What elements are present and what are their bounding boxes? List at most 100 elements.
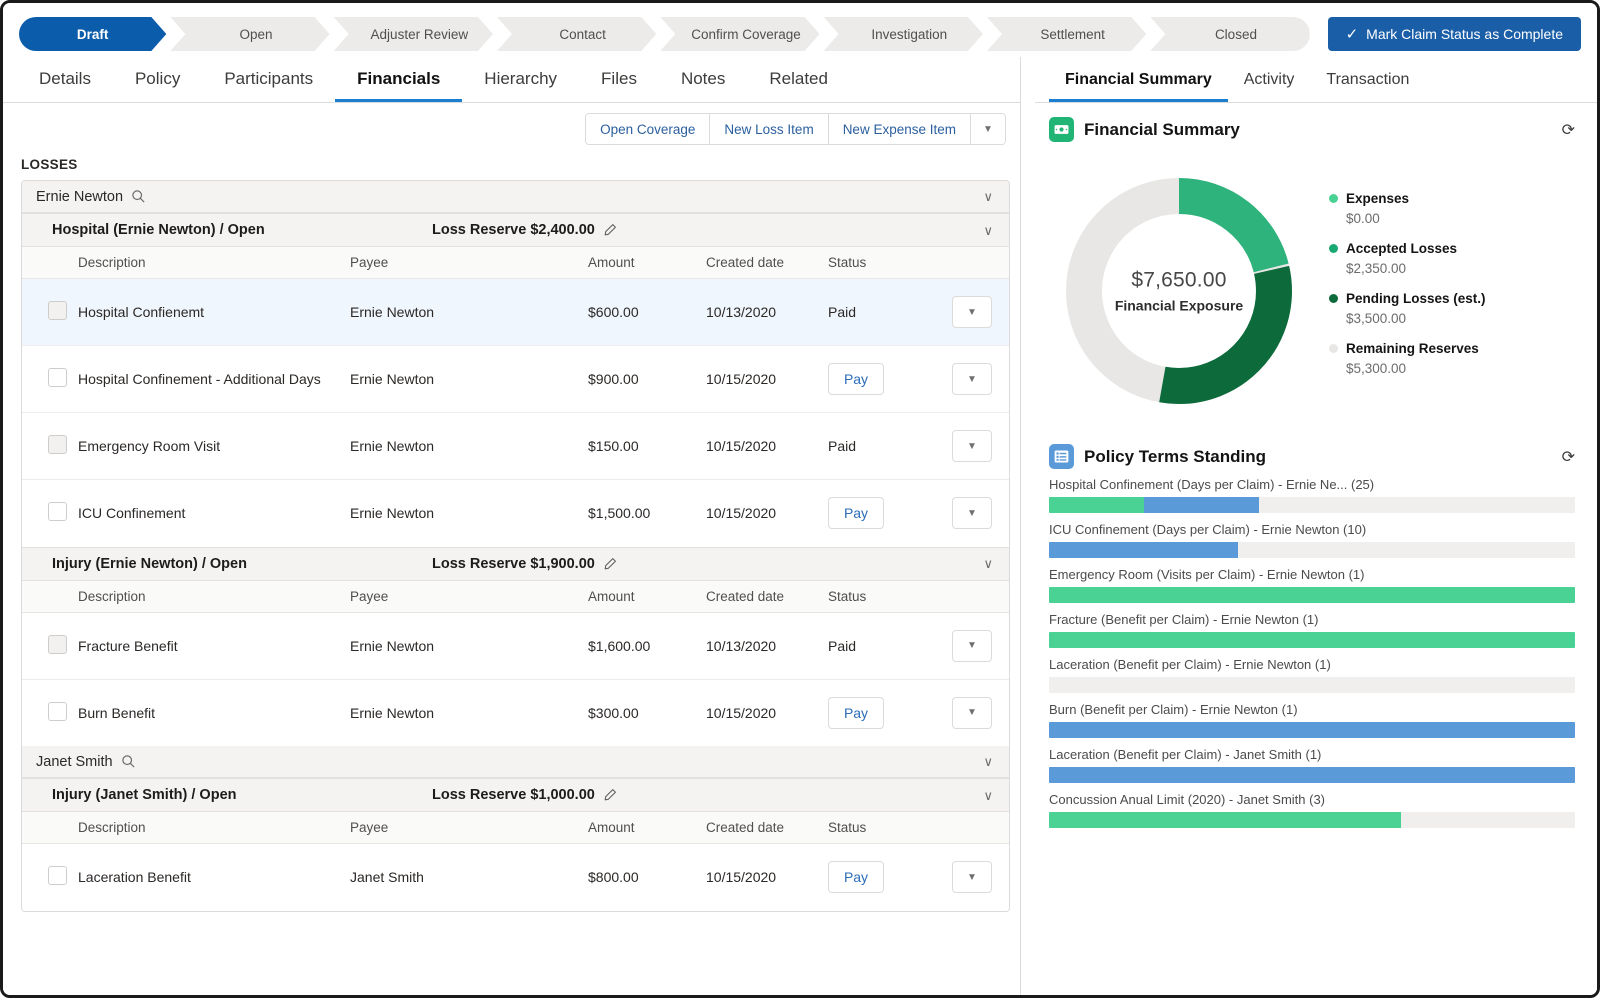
table-header-row: Description Payee Amount Created date St… [22,247,1009,279]
pay-button[interactable]: Pay [828,497,884,530]
pay-button[interactable]: Pay [828,696,884,729]
row-checkbox[interactable] [48,435,67,454]
tab-policy[interactable]: Policy [113,63,202,102]
pay-button[interactable]: Pay [828,861,884,894]
chevron-down-icon[interactable]: ∨ [979,787,997,804]
tab-label: Hierarchy [484,69,558,88]
coverage-reserve-amount: Loss Reserve $1,000.00 [432,787,595,803]
column-select [22,580,78,613]
stage-adjuster-review[interactable]: Adjuster Review [334,17,493,51]
policy-term-row: Laceration (Benefit per Claim) - Janet S… [1049,747,1575,783]
stage-settlement[interactable]: Settlement [987,17,1146,51]
stage-investigation[interactable]: Investigation [824,17,983,51]
row-menu-button[interactable]: ▼ [952,363,992,395]
refresh-icon[interactable]: ⟳ [1556,447,1581,467]
cell-amount: $800.00 [588,869,639,886]
chevron-down-icon[interactable]: ∨ [979,555,997,572]
table-row[interactable]: Emergency Room Visit Ernie Newton $150.0… [22,412,1009,480]
stage-label: Investigation [871,26,948,42]
participant-name: Ernie Newton [36,188,124,205]
cell-payee: Janet Smith [350,869,424,886]
stage-closed[interactable]: Closed [1150,17,1310,51]
tab-files[interactable]: Files [579,63,659,102]
cell-description: Fracture Benefit [78,612,350,680]
participant-header-ernie-newton[interactable]: Ernie Newton ∨ [22,181,1009,213]
coverage-header-injury-janet[interactable]: Injury (Janet Smith) / Open Loss Reserve… [22,778,1009,812]
tab-hierarchy[interactable]: Hierarchy [462,63,579,102]
policy-term-label: Concussion Anual Limit (2020) - Janet Sm… [1049,792,1326,807]
tab-financials[interactable]: Financials [335,63,463,102]
stage-confirm-coverage[interactable]: Confirm Coverage [660,17,819,51]
row-menu-button[interactable]: ▼ [952,696,992,729]
row-menu-button[interactable]: ▼ [952,497,992,530]
edit-pencil-icon[interactable] [603,788,617,802]
pay-button[interactable]: Pay [828,363,884,395]
cell-description: ICU Confinement [78,505,186,522]
policy-term-bar [1049,677,1575,693]
row-menu-button[interactable]: ▼ [952,861,992,894]
policy-term-row: Laceration (Benefit per Claim) - Ernie N… [1049,657,1575,693]
cell-description: Hospital Confienemt [78,278,350,346]
policy-term-row: Concussion Anual Limit (2020) - Janet Sm… [1049,792,1575,828]
stage-draft[interactable]: Draft [19,17,166,51]
new-expense-item-button[interactable]: New Expense Item [828,114,971,144]
search-icon[interactable] [121,754,136,769]
legend-item-accepted-losses: Accepted Losses $2,350.00 [1329,241,1587,276]
chevron-down-icon[interactable]: ∨ [979,222,997,239]
row-checkbox[interactable] [48,301,67,320]
chevron-down-icon[interactable]: ∨ [979,753,997,770]
stage-open[interactable]: Open [170,17,329,51]
bar-segment-used [1049,632,1575,648]
list-icon [1049,444,1074,469]
cell-amount: $600.00 [588,278,706,346]
cell-description: Burn Benefit [78,704,156,721]
table-row[interactable]: Hospital Confinement - Additional Days E… [22,345,1009,413]
table-row[interactable]: Hospital Confienemt Ernie Newton $600.00… [22,278,1009,346]
mark-complete-label: Mark Claim Status as Complete [1366,26,1563,42]
legend-color-swatch [1329,194,1338,203]
open-coverage-button[interactable]: Open Coverage [586,114,711,144]
status-badge: Paid [828,637,857,654]
table-row[interactable]: ICU Confinement Ernie Newton $1,500.00 1… [22,480,1009,547]
row-checkbox[interactable] [48,866,67,886]
edit-pencil-icon[interactable] [603,223,617,237]
row-checkbox[interactable] [48,701,67,721]
row-menu-button[interactable]: ▼ [952,296,992,328]
edit-pencil-icon[interactable] [603,557,617,571]
row-checkbox[interactable] [48,368,67,387]
table-row[interactable]: Laceration Benefit Janet Smith $800.00 1… [22,844,1009,911]
table-header-row: Description Payee Amount Created date St… [22,812,1009,844]
chevron-down-icon[interactable]: ∨ [979,188,997,205]
mark-claim-complete-button[interactable]: ✓ Mark Claim Status as Complete [1327,17,1581,51]
coverage-header-hospital-ernie[interactable]: Hospital (Ernie Newton) / Open Loss Rese… [22,213,1009,247]
tab-related[interactable]: Related [747,63,850,102]
coverage-reserve-amount: Loss Reserve $2,400.00 [432,222,595,238]
tab-transaction[interactable]: Transaction [1310,65,1425,102]
tab-activity[interactable]: Activity [1228,65,1311,102]
more-actions-caret-icon[interactable]: ▼ [971,114,1005,144]
tab-participants[interactable]: Participants [202,63,335,102]
row-checkbox[interactable] [48,634,67,654]
policy-term-bar [1049,497,1575,513]
stage-label: Adjuster Review [370,26,469,42]
stage-contact[interactable]: Contact [497,17,656,51]
legend-color-swatch [1329,244,1338,253]
table-row[interactable]: Fracture Benefit Ernie Newton $1,600.00 … [22,612,1009,680]
policy-term-label: Hospital Confinement (Days per Claim) - … [1049,477,1375,492]
new-loss-item-button[interactable]: New Loss Item [710,114,829,144]
tab-financial-summary[interactable]: Financial Summary [1049,65,1228,102]
coverage-header-injury-ernie[interactable]: Injury (Ernie Newton) / Open Loss Reserv… [22,546,1009,581]
refresh-icon[interactable]: ⟳ [1556,120,1581,140]
row-menu-button[interactable]: ▼ [952,629,992,662]
column-created-date: Created date [706,580,828,613]
column-description: Description [78,812,350,844]
tab-details[interactable]: Details [17,63,113,102]
row-menu-button[interactable]: ▼ [952,430,992,462]
tab-notes[interactable]: Notes [659,63,747,102]
table-row[interactable]: Burn Benefit Ernie Newton $300.00 10/15/… [22,679,1009,746]
participant-header-janet-smith[interactable]: Janet Smith ∨ [22,746,1009,778]
row-checkbox[interactable] [48,502,67,522]
legend-value: $3,500.00 [1346,311,1407,326]
cell-amount: $900.00 [588,345,706,413]
search-icon[interactable] [131,189,146,204]
